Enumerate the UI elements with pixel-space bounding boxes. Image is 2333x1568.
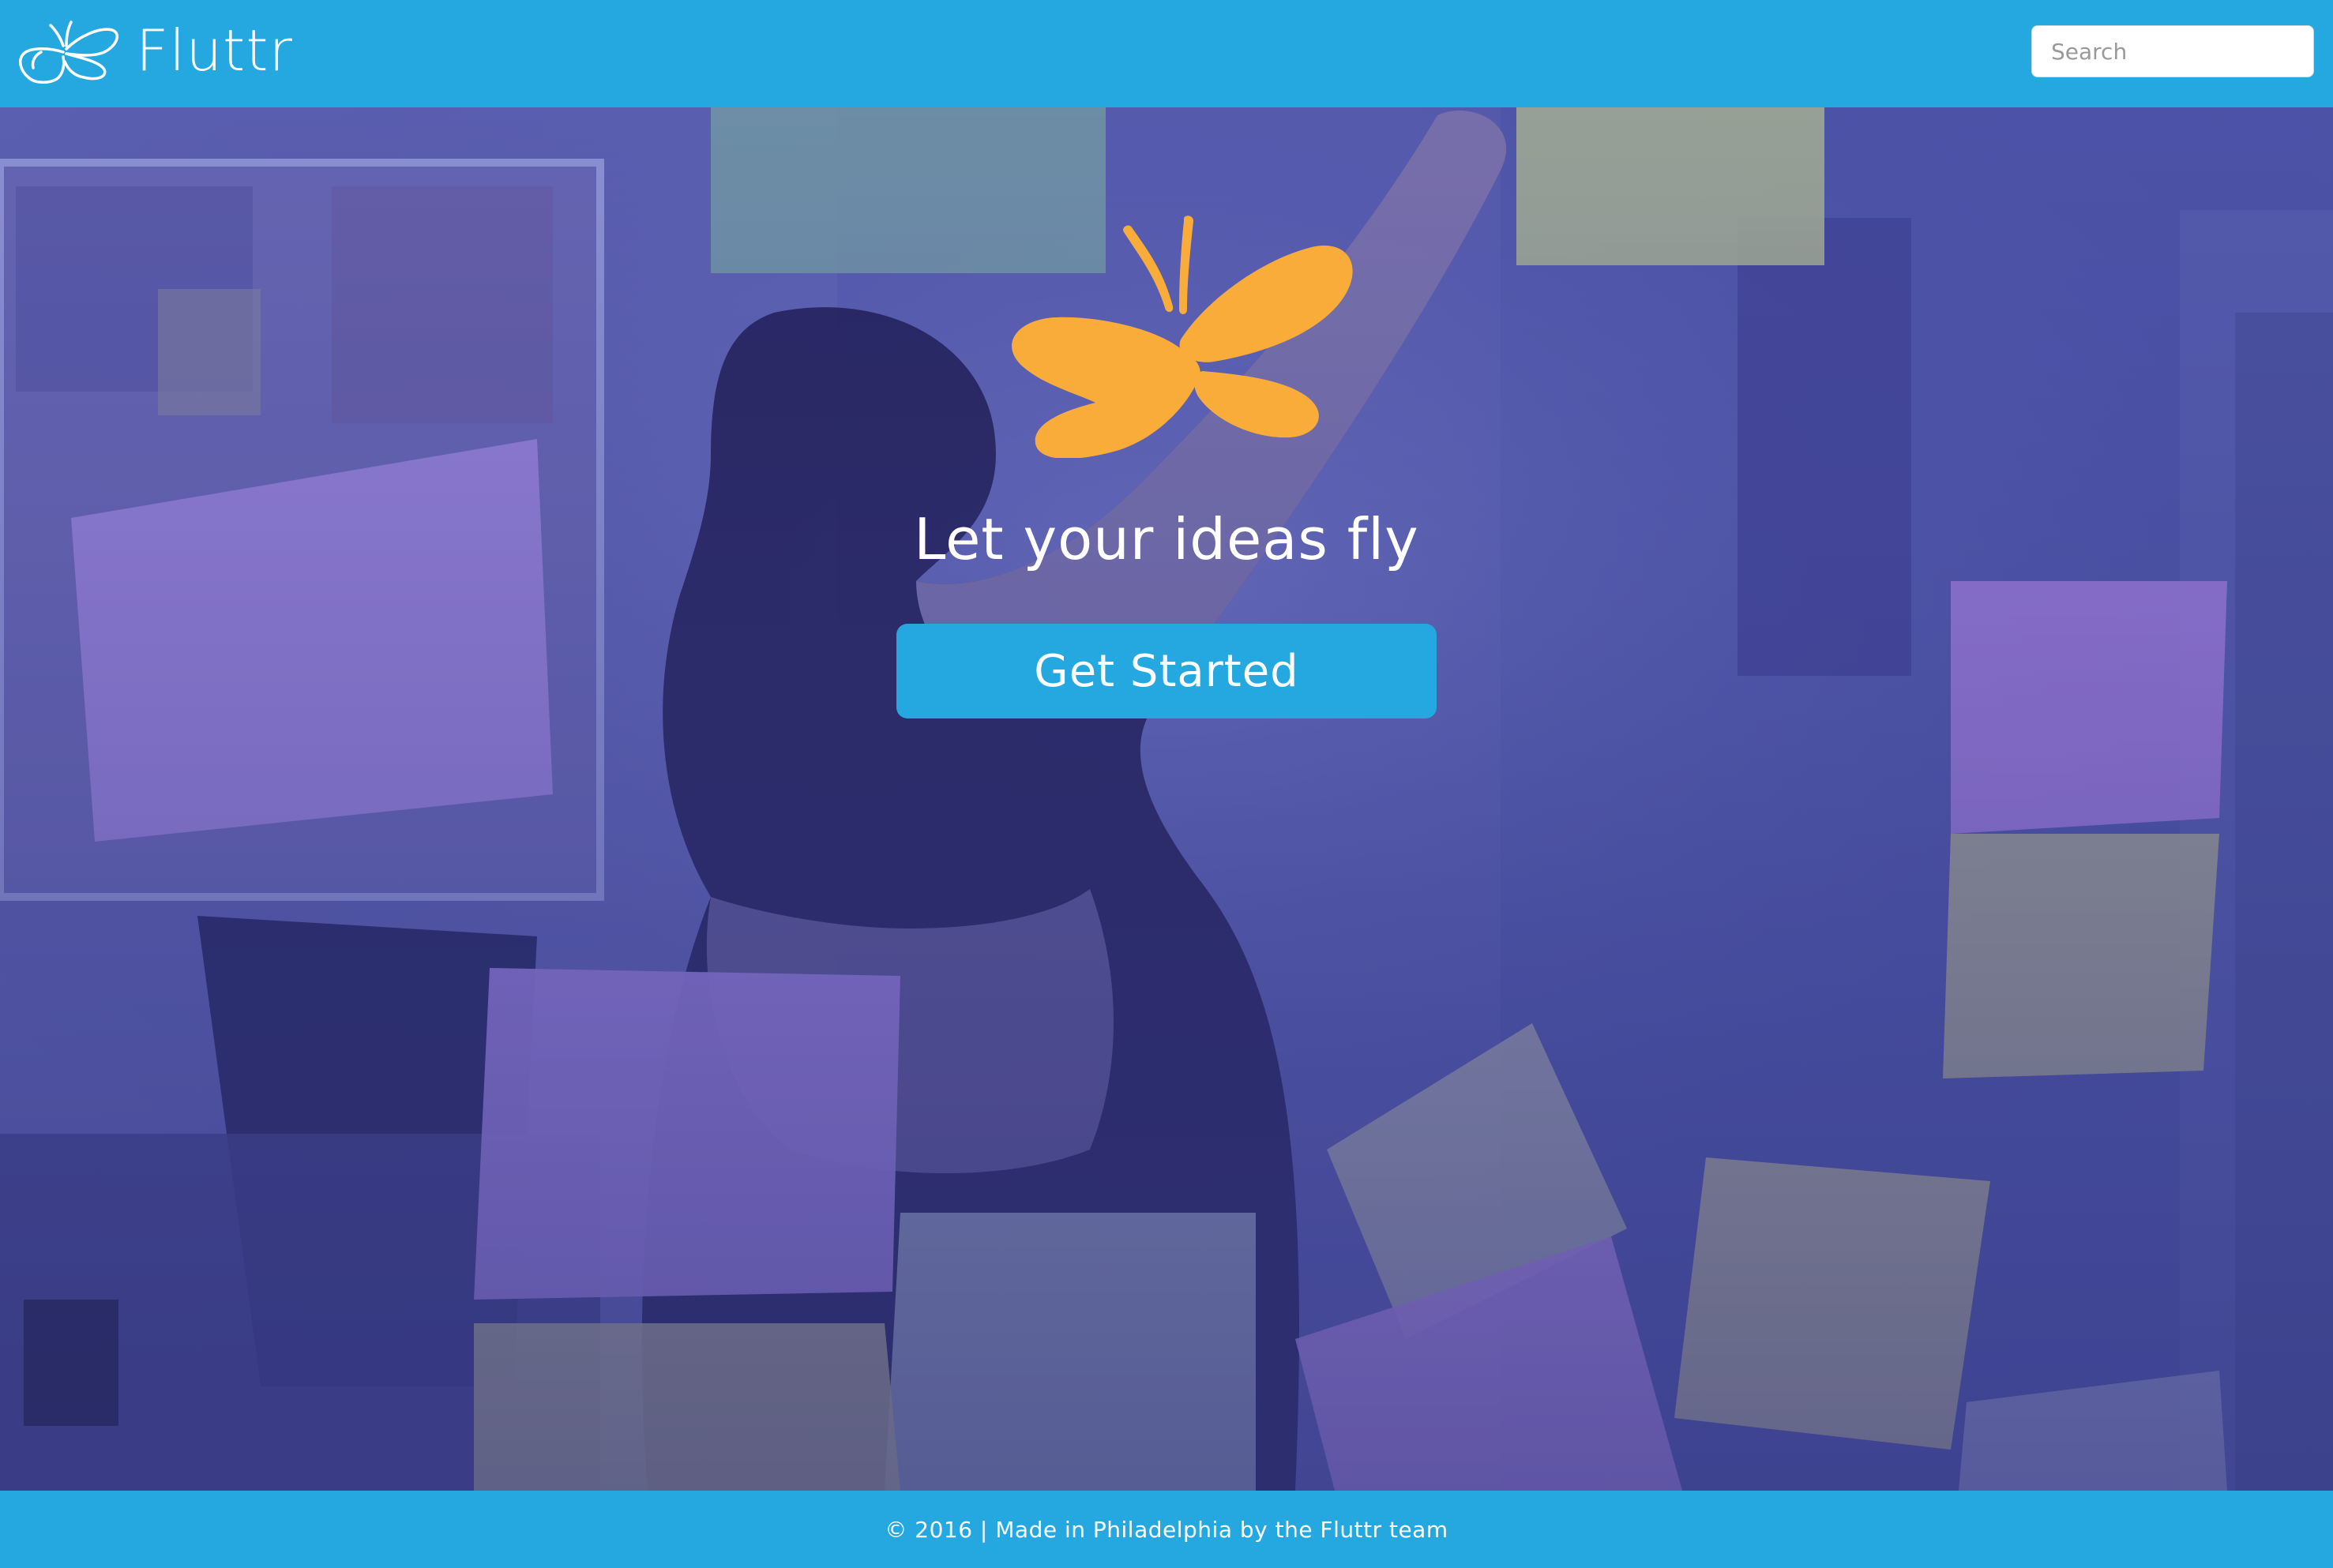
hero-content: Let your ideas fly Get Started: [0, 107, 2333, 1491]
footer-text: © 2016 | Made in Philadelphia by the Flu…: [885, 1516, 1448, 1543]
page: Fluttr Search Let your ideas fly Get Sta…: [0, 0, 2333, 1568]
brand-link[interactable]: Fluttr: [11, 11, 293, 90]
footer: © 2016 | Made in Philadelphia by the Flu…: [0, 1491, 2333, 1568]
hero-section: Let your ideas fly Get Started: [0, 107, 2333, 1491]
navbar: Fluttr: [0, 0, 2333, 107]
brand-name: Fluttr: [136, 17, 294, 84]
butterfly-outline-icon: [19, 21, 119, 84]
butterfly-icon: [1012, 216, 1353, 458]
get-started-button[interactable]: Get Started: [896, 624, 1437, 718]
search-input[interactable]: [2031, 25, 2314, 77]
hero-tagline: Let your ideas fly: [914, 506, 1419, 572]
